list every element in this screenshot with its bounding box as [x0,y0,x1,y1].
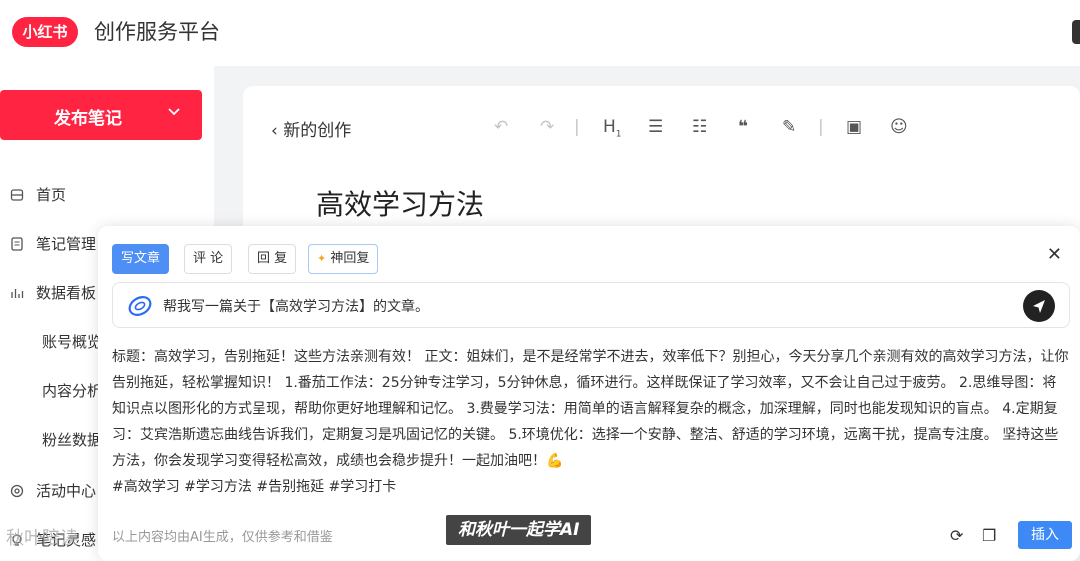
publish-note-button[interactable]: 发布笔记 [0,90,202,140]
regenerate-icon[interactable]: ⟳ [950,526,963,545]
sidebar-subitem-content[interactable]: 内容分析 [42,380,102,401]
redo-icon[interactable]: ↷ [540,117,554,137]
prompt-input[interactable]: 帮我写一篇关于【高效学习方法】的文章。 [112,282,1070,328]
activity-icon [10,484,24,497]
copy-icon[interactable]: ❐ [982,526,996,545]
home-icon [10,188,24,201]
top-bar: 小红书 创作服务平台 [0,0,1080,66]
generated-article: 标题：高效学习，告别拖延！这些方法亲测有效！ 正文：姐妹们，是不是经常学不进去，… [112,344,1070,500]
emoji-icon[interactable]: ☺ [890,117,908,137]
toolbar-divider: | [574,117,580,137]
chevron-left-icon: ‹ [271,121,284,141]
insert-button[interactable]: 插入 [1018,521,1072,549]
avatar[interactable] [1072,20,1080,44]
platform-title: 创作服务平台 [94,20,220,44]
sparkle-icon: ✦ [317,252,327,265]
sidebar-item-home[interactable]: 首页 [10,184,66,205]
document-title[interactable]: 高效学习方法 [316,183,484,223]
article-tags: #高效学习 #学习方法 #告别拖延 #学习打卡 [112,479,397,495]
back-label: 新的创作 [283,121,352,141]
tab-label: 神回复 [330,251,370,266]
publish-note-label: 发布笔记 [54,109,122,129]
chart-icon [11,288,24,298]
sidebar-item-label: 活动中心 [36,482,97,500]
sidebar-item-activity[interactable]: 活动中心 [10,480,96,501]
undo-icon[interactable]: ↶ [494,117,508,137]
chevron-down-icon [168,108,180,116]
ordered-list-icon[interactable]: ☰ [648,117,663,137]
tab-comment[interactable]: 评 论 [184,244,233,274]
highlight-icon[interactable]: ✎ [782,117,796,137]
image-icon[interactable]: ▣ [846,117,862,137]
sidebar-item-label: 首页 [36,186,67,204]
prompt-text: 帮我写一篇关于【高效学习方法】的文章。 [163,299,429,315]
app-logo[interactable]: 小红书 [12,17,78,47]
back-button[interactable]: ‹ 新的创作 [271,116,351,141]
quote-icon[interactable]: ❝ [738,117,748,137]
close-icon[interactable]: ✕ [1047,244,1062,265]
toolbar-divider: | [818,117,824,137]
ai-disclaimer: 以上内容均由AI生成，仅供参考和借鉴 [112,530,333,545]
send-button[interactable] [1023,290,1055,322]
ai-writing-panel: 写文章 评 论 回 复 ✦ 神回复 ✕ 帮我写一篇关于【高效学习方法】的文章。 … [98,226,1080,561]
article-body: 标题：高效学习，告别拖延！这些方法亲测有效！ 正文：姐妹们，是不是经常学不进去，… [112,349,1069,469]
unordered-list-icon[interactable]: ☷ [692,117,707,137]
note-icon [11,236,23,251]
ai-assistant-icon [128,296,152,316]
tab-magic-reply[interactable]: ✦ 神回复 [308,244,379,274]
sidebar-item-label: 数据看板 [36,284,97,302]
tab-write-article[interactable]: 写文章 [112,244,170,274]
sidebar-item-data[interactable]: 数据看板 [10,282,96,303]
send-icon [1033,300,1045,313]
sidebar-item-notes[interactable]: 笔记管理 [10,233,96,254]
watermark-banner: 和秋叶一起学AI [446,515,592,545]
sidebar-subitem-fans[interactable]: 粉丝数据 [42,429,102,450]
tab-reply[interactable]: 回 复 [248,244,297,274]
sidebar-subitem-account[interactable]: 账号概览 [42,331,102,352]
heading-icon[interactable]: H1 [603,117,622,139]
sidebar-item-label: 笔记管理 [36,235,97,253]
overlay-watermark: 秋叶陪读 [6,528,78,549]
